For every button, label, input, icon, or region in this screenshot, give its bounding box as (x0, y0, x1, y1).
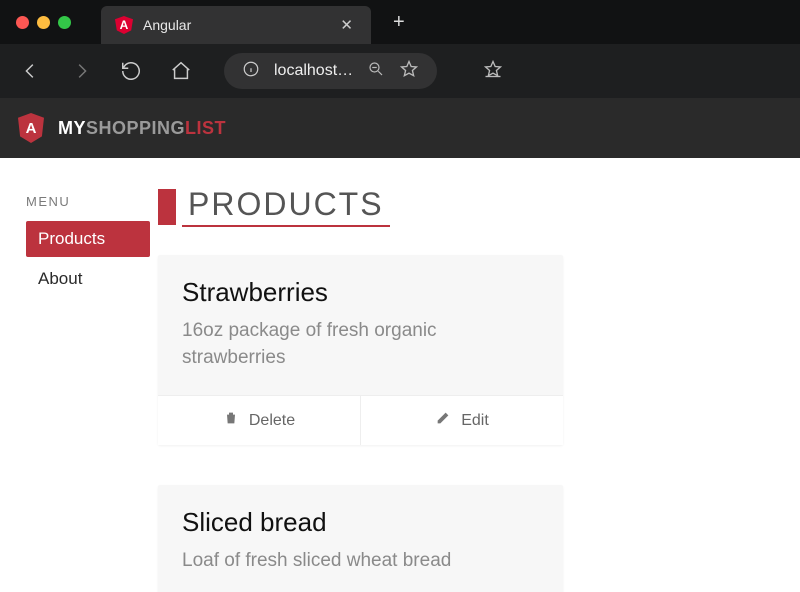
tab-title: Angular (143, 17, 326, 33)
address-bar[interactable]: localhost… (224, 53, 437, 89)
reading-list-icon[interactable] (483, 59, 503, 84)
product-card-actions: Delete Edit (158, 395, 563, 445)
app-logo-icon: A (18, 113, 44, 143)
brand-part-my: MY (58, 118, 86, 138)
url-text: localhost… (274, 62, 353, 80)
home-button[interactable] (170, 60, 192, 82)
reload-button[interactable] (120, 60, 142, 82)
product-card-body: Sliced bread Loaf of fresh sliced wheat … (158, 485, 563, 592)
product-card-body: Strawberries 16oz package of fresh organ… (158, 255, 563, 395)
delete-label: Delete (249, 412, 295, 430)
edit-label: Edit (461, 412, 489, 430)
page-title-wrap: PRODUCTS (158, 186, 800, 227)
close-window-button[interactable] (16, 16, 29, 29)
sidebar-item-label: About (38, 269, 82, 288)
browser-chrome: A Angular ✕ + localhost… (0, 0, 800, 98)
brand-part-shopping: SHOPPING (86, 118, 185, 138)
brand-part-list: LIST (185, 118, 226, 138)
maximize-window-button[interactable] (58, 16, 71, 29)
content-area: MENU Products About PRODUCTS Strawberrie… (0, 158, 800, 592)
product-name: Strawberries (182, 277, 539, 308)
browser-toolbar: localhost… (0, 44, 800, 98)
sidebar-item-about[interactable]: About (26, 261, 150, 297)
title-accent-bar (158, 189, 176, 225)
minimize-window-button[interactable] (37, 16, 50, 29)
angular-icon: A (115, 16, 133, 34)
app-brand: MYSHOPPINGLIST (58, 118, 226, 139)
main-content: PRODUCTS Strawberries 16oz package of fr… (150, 158, 800, 592)
delete-button[interactable]: Delete (158, 396, 361, 445)
site-info-icon[interactable] (242, 60, 260, 83)
page-title: PRODUCTS (182, 186, 390, 227)
tab-bar: A Angular ✕ + (0, 0, 800, 44)
trash-icon (223, 410, 239, 431)
back-button[interactable] (20, 60, 42, 82)
product-description: 16oz package of fresh organic strawberri… (182, 318, 539, 371)
close-tab-icon[interactable]: ✕ (336, 16, 357, 34)
edit-button[interactable]: Edit (361, 396, 563, 445)
product-name: Sliced bread (182, 507, 539, 538)
sidebar-label: MENU (26, 194, 150, 209)
product-description: Loaf of fresh sliced wheat bread (182, 548, 539, 575)
sidebar-item-products[interactable]: Products (26, 221, 150, 257)
browser-tab[interactable]: A Angular ✕ (101, 6, 371, 44)
product-card: Strawberries 16oz package of fresh organ… (158, 255, 563, 445)
favorite-icon[interactable] (399, 59, 419, 84)
sidebar-item-label: Products (38, 229, 105, 248)
window-controls (16, 16, 71, 29)
forward-button[interactable] (70, 60, 92, 82)
zoom-out-icon[interactable] (367, 60, 385, 83)
new-tab-button[interactable]: + (385, 7, 413, 38)
edit-icon (435, 410, 451, 431)
app-header: A MYSHOPPINGLIST (0, 98, 800, 158)
product-card: Sliced bread Loaf of fresh sliced wheat … (158, 485, 563, 592)
sidebar: MENU Products About (0, 158, 150, 592)
